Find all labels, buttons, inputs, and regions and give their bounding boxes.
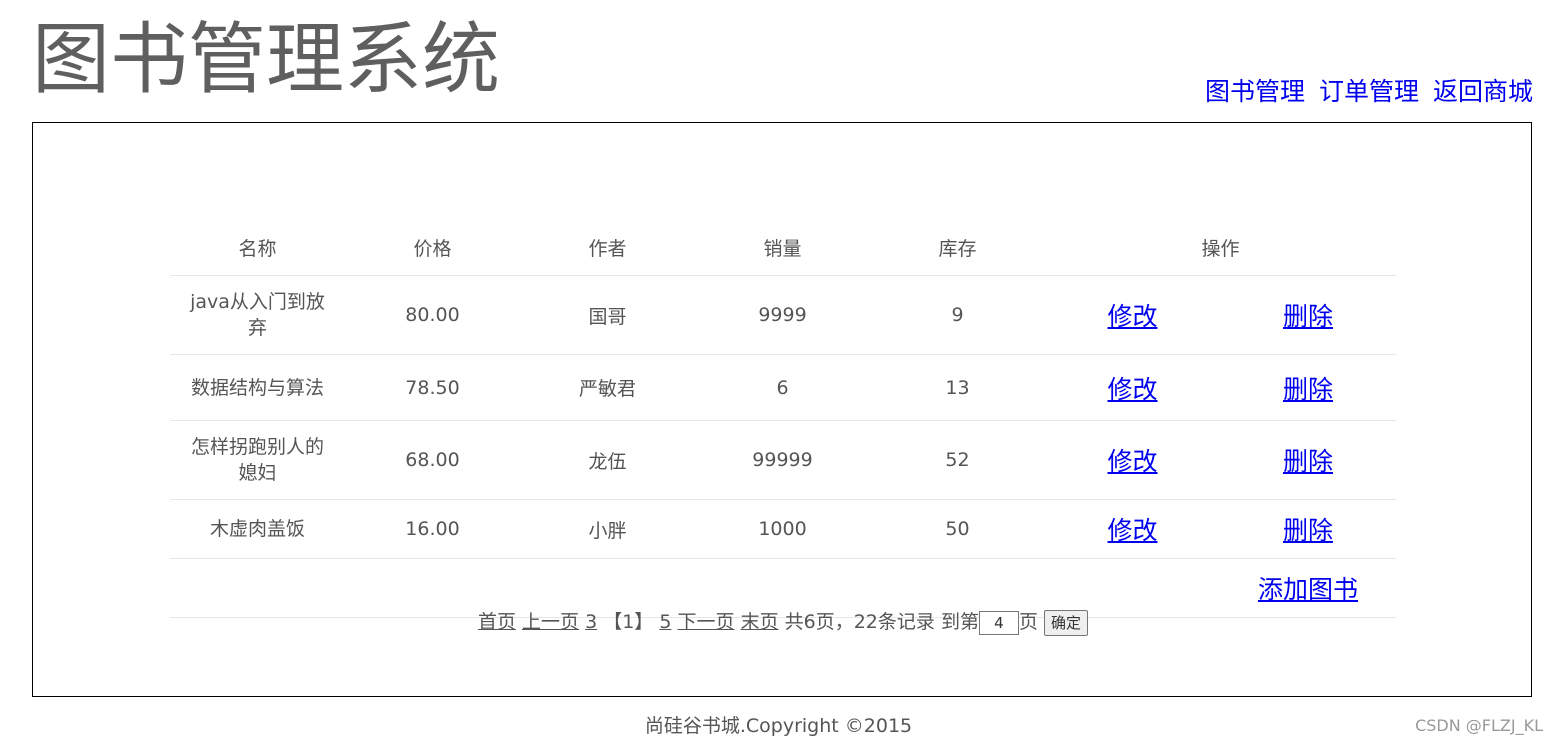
book-stock: 50 [870,499,1045,559]
book-author: 龙伍 [520,420,695,500]
book-price: 68.00 [345,420,520,500]
next-page-link[interactable]: 下一页 [678,611,735,633]
confirm-button[interactable]: 确定 [1044,609,1089,636]
page-5-link[interactable]: 5 [659,611,671,633]
page-3-link[interactable]: 3 [585,611,597,633]
footer-copyright: 尚硅谷书城.Copyright ©2015 [644,715,913,737]
column-header-sales: 销量 [695,220,870,276]
delete-link[interactable]: 删除 [1283,302,1333,331]
table-row: 怎样拐跑别人的媳妇 68.00 龙伍 99999 52 修改 删除 [170,420,1396,500]
delete-cell: 删除 [1220,499,1396,559]
column-header-author: 作者 [520,220,695,276]
last-page-link[interactable]: 末页 [741,611,779,633]
book-sales: 99999 [695,420,870,500]
page-number-input[interactable] [978,610,1019,635]
book-price: 78.50 [345,354,520,421]
table-row: 数据结构与算法 78.50 严敏君 6 13 修改 删除 [170,354,1396,421]
add-book-link[interactable]: 添加图书 [1258,575,1358,604]
book-name: java从入门到放弃 [190,291,325,339]
book-price: 80.00 [345,275,520,355]
watermark: CSDN @FLZJ_KL [1415,716,1543,735]
delete-cell: 删除 [1220,275,1396,355]
edit-link[interactable]: 修改 [1107,447,1157,476]
prev-page-link[interactable]: 上一页 [522,611,579,633]
book-sales: 9999 [695,275,870,355]
current-page: 【1】 [603,611,654,633]
book-sales: 1000 [695,499,870,559]
book-price: 16.00 [345,499,520,559]
edit-link[interactable]: 修改 [1107,375,1157,404]
book-stock: 13 [870,354,1045,421]
table-header-row: 名称 价格 作者 销量 库存 操作 [170,220,1396,276]
book-table: 名称 价格 作者 销量 库存 操作 java从入门到放弃 80.00 国哥 99… [170,220,1396,618]
book-name-cell: 数据结构与算法 [170,354,345,421]
delete-link[interactable]: 删除 [1283,447,1333,476]
nav-book-manage-link[interactable]: 图书管理 [1205,77,1305,106]
edit-link[interactable]: 修改 [1107,516,1157,545]
book-stock: 52 [870,420,1045,500]
edit-cell: 修改 [1045,420,1220,500]
book-name-cell: 木虚肉盖饭 [170,499,345,559]
book-name-cell: 怎样拐跑别人的媳妇 [170,420,345,500]
page-summary: 共6页，22条记录 [784,611,935,633]
pagination: 首页 上一页 3 【1】 5 下一页 末页 共6页，22条记录 到第 页 确定 [33,607,1533,637]
book-author: 国哥 [520,275,695,355]
nav-back-to-store-link[interactable]: 返回商城 [1433,77,1533,106]
book-name: 木虚肉盖饭 [209,518,305,540]
table-row: java从入门到放弃 80.00 国哥 9999 9 修改 删除 [170,275,1396,355]
main-panel: 名称 价格 作者 销量 库存 操作 java从入门到放弃 80.00 国哥 99… [32,122,1532,697]
book-name: 怎样拐跑别人的媳妇 [190,436,324,484]
column-header-stock: 库存 [870,220,1045,276]
goto-prefix: 到第 [940,611,979,633]
first-page-link[interactable]: 首页 [478,611,516,633]
header: 图书管理系统 图书管理 订单管理 返回商城 [0,0,1557,122]
nav-order-manage-link[interactable]: 订单管理 [1319,77,1419,106]
delete-link[interactable]: 删除 [1283,516,1333,545]
book-name-cell: java从入门到放弃 [170,275,345,355]
book-sales: 6 [695,354,870,421]
table-row: 木虚肉盖饭 16.00 小胖 1000 50 修改 删除 [170,499,1396,559]
edit-cell: 修改 [1045,499,1220,559]
page-title: 图书管理系统 [32,15,501,105]
delete-link[interactable]: 删除 [1283,375,1333,404]
delete-cell: 删除 [1220,354,1396,421]
column-header-name: 名称 [170,220,345,276]
top-nav: 图书管理 订单管理 返回商城 [1199,75,1533,109]
column-header-actions: 操作 [1045,220,1396,276]
column-header-price: 价格 [345,220,520,276]
edit-link[interactable]: 修改 [1107,302,1157,331]
book-stock: 9 [870,275,1045,355]
book-author: 严敏君 [520,354,695,421]
book-name: 数据结构与算法 [190,376,324,399]
edit-cell: 修改 [1045,354,1220,421]
delete-cell: 删除 [1220,420,1396,500]
goto-suffix: 页 [1018,611,1038,633]
book-author: 小胖 [520,499,695,559]
edit-cell: 修改 [1045,275,1220,355]
